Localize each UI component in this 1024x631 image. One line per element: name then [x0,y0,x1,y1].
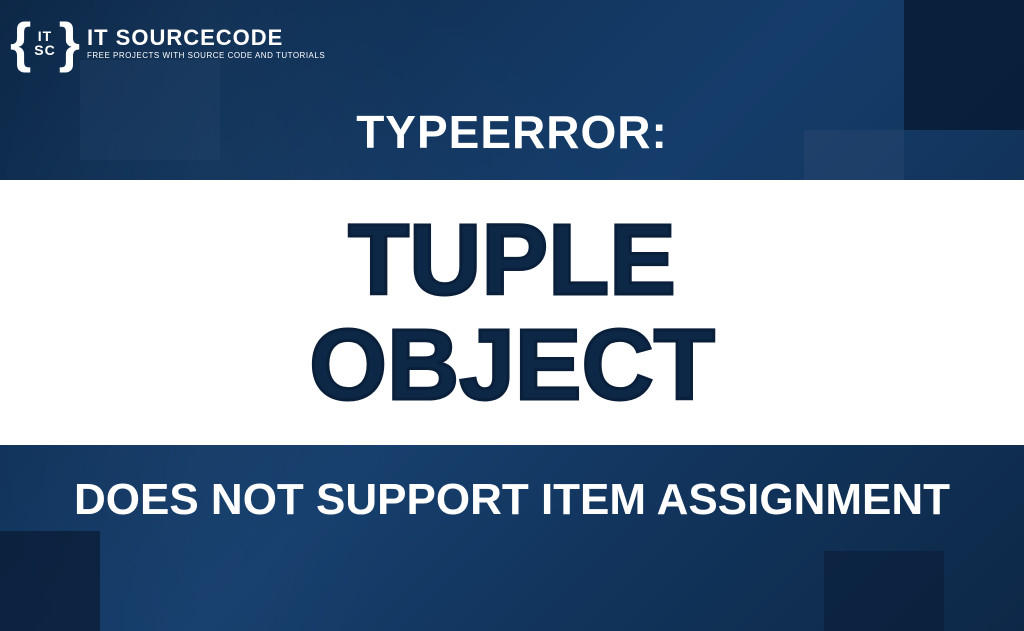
square-decoration [824,551,944,631]
logo-icon: { IT SC } [15,15,75,70]
logo-text-group: IT SOURCECODE FREE PROJECTS WITH SOURCE … [87,25,325,60]
square-decoration [904,0,1024,130]
square-decoration [0,531,100,631]
main-text-line1: TUPLE [348,208,676,313]
bracket-right-icon: } [59,15,80,70]
square-decoration [80,60,220,160]
error-description: DOES NOT SUPPORT ITEM ASSIGNMENT [74,475,950,525]
main-text-line2: OBJECT [309,313,715,418]
error-type-heading: TYPEERROR: [356,105,668,159]
logo-initials: IT SC [34,29,55,57]
logo-title: IT SOURCECODE [87,25,325,51]
logo-initials-line2: SC [34,43,55,57]
logo-area: { IT SC } IT SOURCECODE FREE PROJECTS WI… [15,15,325,70]
highlight-band: TUPLE OBJECT [0,180,1024,445]
logo-subtitle: FREE PROJECTS WITH SOURCE CODE AND TUTOR… [87,51,325,60]
banner-container: { IT SC } IT SOURCECODE FREE PROJECTS WI… [0,0,1024,631]
logo-initials-line1: IT [34,29,55,43]
bracket-left-icon: { [10,15,31,70]
